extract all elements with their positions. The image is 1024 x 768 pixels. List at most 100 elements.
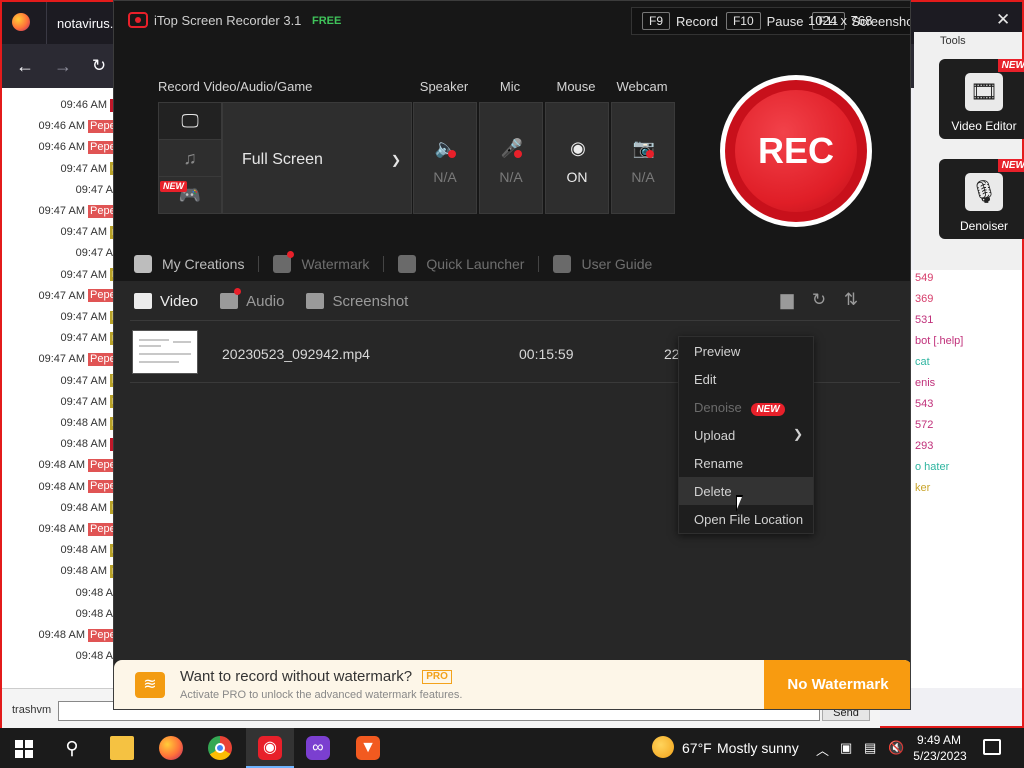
- chat-user-badge[interactable]: Pepe: [88, 119, 116, 133]
- reload-icon[interactable]: ↻: [86, 53, 112, 79]
- chat-timestamp: 09:48 A: [75, 607, 113, 620]
- chat-row: 09:47 AMb: [61, 310, 116, 324]
- chat-username[interactable]: enis: [915, 377, 935, 389]
- tab-audio[interactable]: Audio: [220, 288, 284, 310]
- arrow-right-icon[interactable]: →: [50, 53, 76, 79]
- webcam-state: N/A: [631, 169, 655, 185]
- microphone-icon: 🎤: [500, 138, 524, 158]
- volume-muted-icon[interactable]: 🔇: [888, 740, 904, 756]
- windows-start-icon[interactable]: [12, 736, 36, 760]
- firefox-icon: [12, 13, 30, 31]
- network-icon[interactable]: ▤: [864, 740, 876, 756]
- chat-timestamp: 09:48 AM: [38, 480, 85, 493]
- refresh-icon[interactable]: ↻: [808, 289, 830, 311]
- tool-label: Denoiser: [959, 219, 1009, 233]
- folder-icon[interactable]: ▆: [776, 289, 798, 311]
- chat-row: 09:47 AMn: [61, 331, 116, 345]
- menu-item-preview[interactable]: Preview: [679, 337, 813, 365]
- menu-item-label: Upload: [694, 428, 736, 443]
- rec-button[interactable]: REC: [735, 90, 857, 212]
- close-icon[interactable]: ✕: [996, 10, 1010, 30]
- chat-user-badge[interactable]: Pepe: [88, 628, 116, 642]
- mouse-state: ON: [566, 169, 588, 185]
- divider: [538, 256, 540, 272]
- tab-screenshot[interactable]: Screenshot: [306, 293, 408, 310]
- mic-label: Mic: [499, 79, 521, 94]
- hotkey-label: Record: [676, 13, 718, 29]
- menu-item-edit[interactable]: Edit: [679, 365, 813, 393]
- tray-app-icon[interactable]: ▣: [840, 740, 852, 756]
- webcam-toggle[interactable]: 📷 N/A: [611, 102, 675, 214]
- record-area-dropdown[interactable]: Full Screen ❯: [222, 102, 412, 214]
- watermark-icon: [273, 251, 295, 273]
- itop-recorder-icon[interactable]: ◉: [258, 736, 282, 760]
- user-guide-button[interactable]: User Guide: [553, 255, 652, 273]
- quick-launcher-button[interactable]: Quick Launcher: [398, 255, 524, 273]
- chat-timestamp: 09:47 AM: [60, 268, 107, 281]
- chat-user-badge[interactable]: Pepe: [88, 480, 116, 494]
- tab-video[interactable]: Video: [134, 293, 198, 310]
- menu-item-upload[interactable]: Upload ❯: [679, 421, 813, 449]
- chat-username[interactable]: 369: [915, 293, 933, 305]
- chat-username[interactable]: 543: [915, 398, 933, 410]
- chrome-icon[interactable]: [208, 736, 232, 760]
- monitor-icon[interactable]: 🖵: [159, 103, 221, 140]
- notification-icon[interactable]: [983, 739, 1001, 755]
- taskbar-active-app: ◉: [246, 728, 294, 768]
- clock-time[interactable]: 9:49 AM: [916, 733, 962, 747]
- chat-row: 09:46 AM: [61, 98, 116, 112]
- chat-username[interactable]: 293: [915, 440, 933, 452]
- chat-username[interactable]: 549: [915, 272, 933, 284]
- video-thumbnail: [132, 330, 198, 374]
- chat-timestamp: 09:47 A: [75, 183, 113, 196]
- chevron-right-icon: ❯: [792, 427, 803, 441]
- chat-user-badge[interactable]: Pepe: [88, 352, 116, 366]
- chat-username[interactable]: bot [.help]: [915, 335, 963, 347]
- chat-timestamp: 09:47 AM: [60, 395, 107, 408]
- chat-row: 09:47 AM Pepe: [39, 352, 116, 366]
- chat-row: 09:47 AMn: [61, 268, 116, 282]
- brave-icon[interactable]: ▼: [356, 736, 380, 760]
- denoiser-tool[interactable]: NEW 🎙 Denoiser: [939, 159, 1024, 239]
- no-watermark-button[interactable]: No Watermark: [764, 660, 910, 709]
- chat-username[interactable]: ker: [915, 482, 930, 494]
- watermark-button[interactable]: Watermark: [273, 251, 369, 273]
- film-edit-icon: 🎞: [965, 73, 1003, 111]
- chat-user-badge[interactable]: Pepe: [88, 289, 116, 303]
- file-explorer-icon[interactable]: [110, 736, 134, 760]
- menu-item-rename[interactable]: Rename: [679, 449, 813, 477]
- menu-item-label: Preview: [694, 344, 741, 359]
- chat-username[interactable]: o hater: [915, 461, 949, 473]
- sort-icon[interactable]: ⇅: [840, 289, 862, 311]
- chat-username[interactable]: 572: [915, 419, 933, 431]
- chat-row: 09:47 AM Pepe: [39, 204, 116, 218]
- video-editor-tool[interactable]: NEW 🎞 Video Editor: [939, 59, 1024, 139]
- my-creations-button[interactable]: My Creations: [134, 255, 244, 273]
- free-badge: FREE: [312, 15, 342, 27]
- menu-item-label: Edit: [694, 372, 717, 387]
- chat-user-badge[interactable]: Pepe: [88, 204, 116, 218]
- quicknav-label: My Creations: [162, 256, 245, 272]
- music-note-icon[interactable]: ♫: [159, 140, 221, 177]
- chat-username[interactable]: cat: [915, 356, 930, 368]
- search-icon[interactable]: ⚲: [60, 736, 84, 760]
- mouse-click-icon: ◉: [570, 138, 586, 158]
- app-icon[interactable]: ∞: [306, 736, 330, 760]
- divider: [383, 256, 385, 272]
- chat-username[interactable]: 531: [915, 314, 933, 326]
- mic-toggle[interactable]: 🎤 N/A: [479, 102, 543, 214]
- chat-timestamp: 09:47 AM: [60, 332, 107, 345]
- speaker-state: N/A: [433, 169, 457, 185]
- mouse-toggle[interactable]: ◉ ON: [545, 102, 609, 214]
- arrow-left-icon[interactable]: ←: [12, 53, 38, 79]
- chat-user-badge[interactable]: Pepe: [88, 522, 116, 536]
- chevron-up-icon[interactable]: ︿: [816, 740, 829, 759]
- gamepad-icon[interactable]: 🎮 NEW: [159, 177, 221, 214]
- chat-user-badge[interactable]: Pepe: [88, 458, 116, 472]
- firefox-icon[interactable]: [159, 736, 183, 760]
- chat-user-badge[interactable]: Pepe: [88, 140, 116, 154]
- speaker-toggle[interactable]: 🔈 N/A: [413, 102, 477, 214]
- clock-date[interactable]: 5/23/2023: [912, 749, 968, 763]
- tool-label: Video Editor: [951, 119, 1017, 133]
- weather-sun-icon[interactable]: [652, 736, 674, 758]
